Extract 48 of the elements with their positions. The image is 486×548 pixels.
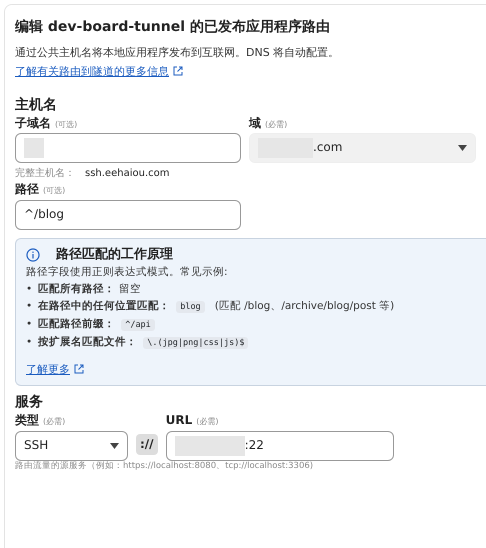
path-field[interactable]: ^/blog (15, 200, 241, 230)
bullet: • (26, 336, 32, 348)
info-title: 路径匹配的工作原理 (56, 246, 173, 264)
example-label: 匹配所有路径： (38, 283, 116, 296)
example-label: 匹配路径前缀： (38, 318, 116, 330)
learn-more-link[interactable]: 了解更多 (26, 363, 70, 376)
subdomain-field[interactable] (15, 133, 241, 164)
bullet: • (26, 318, 32, 330)
section-heading: 主机名 (15, 96, 58, 114)
info-text: 路径字段使用正则表达式模式。常见示例: (26, 266, 229, 280)
example-text: (匹配 /blog、/archive/blog/post 等) (214, 300, 394, 312)
code-snippet: ^/api (121, 319, 155, 332)
domain-select[interactable]: .com (249, 133, 476, 164)
field-hint: (必需) (265, 120, 288, 130)
select-value: SSH (24, 438, 48, 454)
bullet: • (26, 300, 32, 312)
help-text: 路由流量的源服务（例如：https://localhost:8080、tcp://localhost:3306) (15, 460, 314, 472)
external-link-icon (173, 66, 183, 76)
field-hint: (必需) (43, 417, 66, 428)
type-select[interactable]: SSH (15, 430, 128, 461)
field-label: URL (166, 413, 192, 429)
field-hint: (必需) (196, 417, 218, 428)
field-label: 路径 (15, 182, 39, 198)
field-label: 域 (249, 116, 261, 132)
field-label: 完整主机名： (15, 167, 75, 180)
scheme-separator: :// (136, 434, 158, 456)
code-snippet: \.(jpg|png|css|js)$ (143, 337, 248, 350)
field-label: 类型 (15, 413, 39, 429)
field-hint: (可选) (43, 186, 66, 197)
caret-icon (458, 145, 467, 152)
field-label: 子域名 (15, 116, 51, 132)
info-icon (26, 248, 40, 262)
caret-icon (110, 442, 119, 449)
select-value: .com (313, 140, 342, 156)
url-field[interactable]: :22 (166, 430, 394, 461)
example-label: 按扩展名匹配文件： (38, 336, 138, 348)
field-value: :22 (244, 438, 264, 454)
section-heading: 服务 (15, 394, 44, 411)
code-snippet: blog (176, 301, 205, 314)
example-text: 留空 (119, 283, 142, 296)
learn-more-link[interactable]: 了解有关路由到隧道的更多信息 (15, 65, 169, 78)
bullet: • (26, 283, 32, 296)
field-hint: (可选) (55, 120, 78, 130)
page-title: 编辑 dev-board-tunnel 的已发布应用程序路由 (15, 19, 331, 36)
hostname-value: ssh.eehaiou.com (85, 167, 170, 180)
description: 通过公共主机名将本地应用程序发布到互联网。DNS 将自动配置。 (15, 46, 340, 60)
example-label: 在路径中的任何位置匹配： (38, 300, 170, 312)
external-link-icon (74, 364, 84, 374)
